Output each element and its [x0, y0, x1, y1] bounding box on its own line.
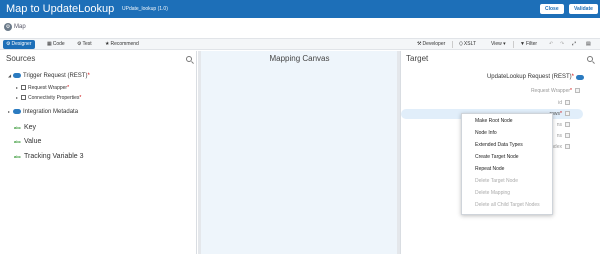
- validate-button[interactable]: Validate: [569, 4, 598, 14]
- tab-test[interactable]: ⚙Test: [74, 40, 95, 49]
- rest-cloud-icon: [576, 75, 584, 80]
- view-menu[interactable]: View ▾: [488, 40, 510, 49]
- expand-icon[interactable]: ⤢: [569, 40, 579, 49]
- target-node-request-wrapper[interactable]: Request Wrapper*: [531, 88, 572, 94]
- menu-item-create-target-node[interactable]: Create Target Node: [462, 152, 554, 163]
- chevron-down-icon: ▾: [501, 41, 506, 47]
- mapper-toolbar: ⚙Designer ▦Code ⚙Test ★Recommend ⚒Develo…: [0, 38, 600, 50]
- string-variable-icon: abc: [14, 154, 21, 159]
- toolbar-divider: [452, 41, 453, 48]
- element-icon: [21, 85, 26, 90]
- designer-icon: ⚙: [6, 41, 11, 47]
- menu-item-node-info[interactable]: Node Info: [462, 128, 554, 139]
- target-node-partial-a[interactable]: ns: [557, 122, 562, 128]
- menu-item-make-root-node[interactable]: Make Root Node: [462, 116, 554, 127]
- tree-node-value[interactable]: abc Value: [14, 138, 41, 145]
- string-variable-icon: abc: [14, 139, 21, 144]
- tree-node-integration-metadata[interactable]: ▸ Integration Metadata: [8, 109, 78, 115]
- metadata-cloud-icon: [13, 109, 21, 114]
- element-icon: [21, 95, 26, 100]
- string-variable-icon: abc: [14, 125, 21, 130]
- tab-code[interactable]: ▦Code: [44, 40, 68, 49]
- rest-cloud-icon: [13, 73, 21, 78]
- test-icon: ⚙: [77, 41, 82, 47]
- tab-designer[interactable]: ⚙Designer: [3, 40, 35, 49]
- tab-recommend[interactable]: ★Recommend: [102, 40, 142, 49]
- element-icon: [565, 122, 570, 127]
- redo-icon[interactable]: ↷: [557, 40, 567, 49]
- xslt-icon: ⟨⟩: [459, 41, 463, 47]
- tree-node-request-wrapper[interactable]: ▸ Request Wrapper*: [16, 85, 69, 91]
- tree-node-trigger-request[interactable]: ◢ Trigger Request (REST)*: [8, 73, 90, 79]
- developer-button[interactable]: ⚒Developer: [414, 40, 448, 49]
- filter-button[interactable]: ▼Filter: [517, 40, 540, 49]
- tree-node-connectivity-properties[interactable]: ▸ Connectivity Properties*: [16, 95, 81, 101]
- xslt-button[interactable]: ⟨⟩XSLT: [456, 40, 479, 49]
- element-icon: [565, 111, 570, 116]
- element-icon: [575, 88, 580, 93]
- star-icon: ★: [105, 41, 110, 47]
- page-title: Map to UpdateLookup: [6, 3, 115, 15]
- target-node-partial-b[interactable]: ns: [557, 133, 562, 139]
- target-node-id[interactable]: id: [558, 100, 562, 106]
- menu-item-delete-mapping: Delete Mapping: [475, 190, 511, 196]
- canvas-title: Mapping Canvas: [269, 54, 330, 63]
- target-title: Target: [406, 54, 429, 63]
- context-menu: Make Root Node Node Info Extended Data T…: [461, 113, 553, 215]
- tree-node-tracking-variable-3[interactable]: abc Tracking Variable 3: [14, 153, 84, 160]
- filter-icon: ▼: [520, 41, 525, 47]
- code-icon: ▦: [47, 41, 52, 47]
- search-icon[interactable]: [587, 56, 593, 62]
- menu-item-extended-data-types[interactable]: Extended Data Types: [462, 140, 554, 151]
- undo-icon[interactable]: ↶: [546, 40, 556, 49]
- panel-layout-icon[interactable]: ▤: [583, 40, 594, 49]
- toolbar-divider: [513, 41, 514, 48]
- menu-item-repeat-node[interactable]: Repeat Node: [462, 164, 554, 175]
- menu-item-delete-target-node: Delete Target Node: [475, 178, 518, 184]
- search-icon[interactable]: [186, 56, 192, 62]
- target-root-node[interactable]: UpdateLookup Request (REST)*: [487, 74, 574, 80]
- menu-item-delete-all-child-target-nodes: Delete all Child Target Nodes: [475, 202, 540, 208]
- tree-node-key[interactable]: abc Key: [14, 124, 36, 131]
- breadcrumb: ⚙ Map: [0, 22, 600, 34]
- sources-panel: Sources ◢ Trigger Request (REST)* ▸ Reques…: [0, 51, 197, 254]
- integration-version: UPdate_lookup (1.0): [122, 6, 168, 12]
- sources-title: Sources: [6, 54, 36, 63]
- mapping-canvas[interactable]: Mapping Canvas: [201, 51, 398, 254]
- app-header: Map to UpdateLookup UPdate_lookup (1.0) …: [0, 0, 600, 18]
- map-icon: ⚙: [4, 23, 12, 31]
- element-icon: [565, 100, 570, 105]
- element-icon: [565, 144, 570, 149]
- element-icon: [565, 133, 570, 138]
- developer-icon: ⚒: [417, 41, 422, 47]
- close-button[interactable]: Close: [540, 4, 564, 14]
- breadcrumb-label: Map: [14, 24, 26, 30]
